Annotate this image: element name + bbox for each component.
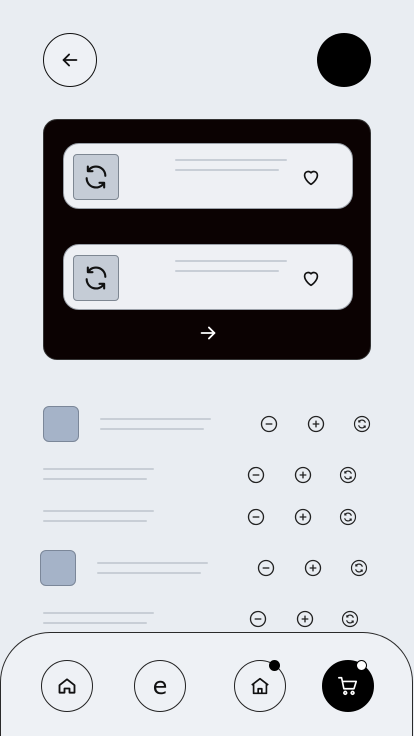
- plus-circle-icon[interactable]: [293, 465, 313, 485]
- minus-circle-icon[interactable]: [259, 414, 279, 434]
- nav-e-label: e: [152, 672, 168, 700]
- subtitle-placeholder: [175, 270, 279, 272]
- subtitle-placeholder: [43, 478, 147, 480]
- subtitle-placeholder: [97, 572, 201, 574]
- list-item[interactable]: [0, 548, 414, 588]
- title-placeholder: [175, 159, 287, 161]
- heart-icon[interactable]: [300, 267, 322, 289]
- minus-circle-icon[interactable]: [246, 507, 266, 527]
- bottom-nav: e: [0, 632, 413, 736]
- list-item[interactable]: [0, 404, 414, 444]
- refresh-icon: [85, 165, 107, 189]
- home-icon: [58, 678, 76, 694]
- avatar[interactable]: [317, 33, 371, 87]
- title-placeholder: [43, 612, 154, 614]
- heart-icon[interactable]: [300, 166, 322, 188]
- refresh-icon[interactable]: [338, 507, 358, 527]
- subtitle-placeholder: [175, 169, 279, 171]
- nav-e-button[interactable]: e: [134, 660, 186, 712]
- back-button[interactable]: [43, 33, 97, 87]
- plus-circle-icon[interactable]: [295, 609, 315, 629]
- minus-circle-icon[interactable]: [246, 465, 266, 485]
- arrow-right-icon[interactable]: [197, 322, 219, 344]
- item-thumbnail: [40, 550, 76, 586]
- list-item[interactable]: [0, 455, 414, 495]
- nav-home-button[interactable]: [41, 660, 93, 712]
- refresh-icon[interactable]: [338, 465, 358, 485]
- notification-badge: [269, 660, 280, 671]
- subtitle-placeholder: [43, 520, 147, 522]
- refresh-icon[interactable]: [352, 414, 372, 434]
- list-item[interactable]: [0, 497, 414, 537]
- plus-circle-icon[interactable]: [293, 507, 313, 527]
- title-placeholder: [43, 468, 154, 470]
- featured-item[interactable]: [63, 244, 353, 310]
- minus-circle-icon[interactable]: [256, 558, 276, 578]
- title-placeholder: [175, 260, 287, 262]
- subtitle-placeholder: [100, 428, 204, 430]
- arrow-left-icon: [62, 53, 78, 67]
- refresh-tile[interactable]: [73, 154, 119, 200]
- refresh-tile[interactable]: [73, 255, 119, 301]
- plus-circle-icon[interactable]: [306, 414, 326, 434]
- title-placeholder: [100, 418, 211, 420]
- refresh-icon: [85, 266, 107, 290]
- item-thumbnail: [43, 406, 79, 442]
- refresh-icon[interactable]: [340, 609, 360, 629]
- subtitle-placeholder: [43, 622, 147, 624]
- cart-icon: [338, 676, 358, 696]
- home-icon: [251, 677, 269, 695]
- featured-card: [43, 119, 371, 360]
- title-placeholder: [43, 510, 154, 512]
- refresh-icon[interactable]: [349, 558, 369, 578]
- cart-badge: [356, 660, 367, 671]
- title-placeholder: [97, 562, 208, 564]
- minus-circle-icon[interactable]: [248, 609, 268, 629]
- featured-item[interactable]: [63, 143, 353, 209]
- plus-circle-icon[interactable]: [303, 558, 323, 578]
